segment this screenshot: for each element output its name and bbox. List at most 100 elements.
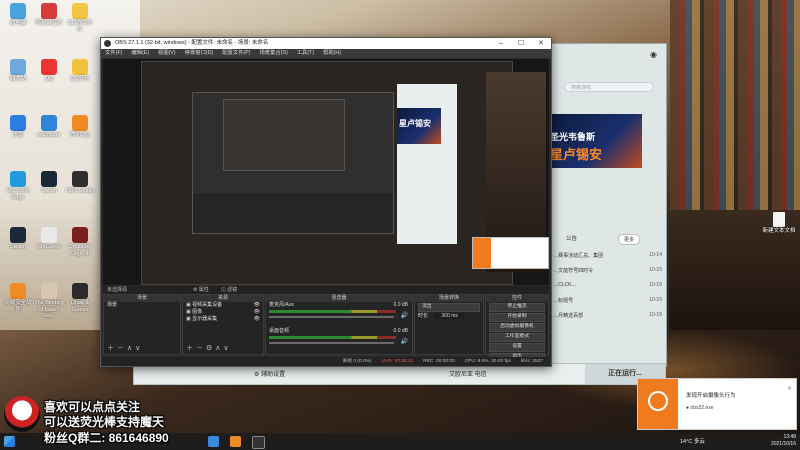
- news-item[interactable]: ...CLCK... 10-15: [554, 282, 662, 288]
- mixer-channel-db: 0.0 dB: [393, 302, 408, 308]
- live-timer: LIVE: 00:38:21: [381, 359, 414, 364]
- obs-control-button[interactable]: 工作室模式: [489, 333, 545, 342]
- rec-timer: REC: 00:00:00: [423, 359, 455, 364]
- notice-more-button[interactable]: 更多: [618, 234, 641, 245]
- desktop-shortcut[interactable]: 迅雷: [3, 115, 33, 139]
- source-properties-button[interactable]: ⚙ 属性: [193, 286, 209, 294]
- controls-dock: 控件 停止推流开始录制启动虚拟摄像机工作室模式设置退出: [485, 294, 549, 362]
- desktop-shortcut[interactable]: QQ音乐: [65, 59, 95, 83]
- news-title: ...赛事活动汇总、集团: [554, 253, 604, 259]
- close-icon[interactable]: ✕: [531, 38, 551, 49]
- desktop-shortcut[interactable]: Crusader Kings III: [65, 227, 95, 257]
- server-selector[interactable]: 艾欧尼亚 电信: [449, 369, 487, 378]
- camera-alert-badge: [638, 379, 678, 429]
- start-icon[interactable]: [4, 436, 15, 447]
- news-item[interactable]: ...月精选百部 10-15: [554, 312, 662, 319]
- nested-banner: 星卢锡安: [397, 108, 441, 144]
- news-date: 10-15: [649, 267, 662, 273]
- overlay-support-text: 可以送荧光棒支持魔天: [44, 415, 165, 429]
- obs-menu-item[interactable]: 场景集合(S): [259, 49, 287, 58]
- desktop-shortcut[interactable]: 网易云音乐: [34, 3, 64, 27]
- obs-control-button[interactable]: 开始录制: [489, 313, 545, 322]
- filters-label: 滤镜: [227, 287, 238, 293]
- desktop-shortcut[interactable]: Draw & Guess: [65, 283, 95, 313]
- obs-window-title: OBS 27.1.1 (32-bit, windows) - 配置文件: 未命名…: [115, 40, 269, 46]
- source-tools[interactable]: ＋－⚙∧∨: [186, 343, 232, 353]
- obs-control-button[interactable]: 设置: [489, 343, 545, 352]
- desktop-shortcut[interactable]: wallpaper: [34, 115, 64, 139]
- gear-icon: ⚙: [254, 372, 260, 378]
- toast-close-icon[interactable]: ✕: [787, 385, 792, 392]
- launcher-banner[interactable]: 圣光韦鲁斯 星卢锡安: [546, 114, 642, 168]
- obs-menubar: 文件(F) 编辑(E) 视图(V) 停靠窗口(D) 配置文件(P) 场景集合(S) 工具(T…: [101, 49, 551, 58]
- taskbar-app-icon-1[interactable]: [208, 436, 219, 447]
- taskbar-app-icon-2[interactable]: [230, 436, 241, 447]
- duration-input[interactable]: 300 ms: [435, 313, 464, 319]
- desktop-shortcut[interactable]: QQ游戏大厅: [65, 3, 95, 33]
- source-item[interactable]: ▣ 图像 👁: [183, 309, 263, 316]
- obs-menu-item[interactable]: 帮助(H): [323, 49, 341, 58]
- scene-tools[interactable]: ＋－∧∨: [107, 343, 143, 353]
- desktop-shortcut[interactable]: 此电脑: [3, 3, 33, 27]
- obs-menu-item[interactable]: 停靠窗口(D): [185, 49, 214, 58]
- maximize-icon[interactable]: ☐: [511, 38, 531, 49]
- desktop-shortcut[interactable]: QQ: [34, 59, 64, 83]
- desktop-shortcut[interactable]: Steam: [3, 227, 33, 251]
- taskbar-weather[interactable]: 14°C 多云: [680, 437, 705, 445]
- minimize-icon[interactable]: –: [491, 38, 511, 49]
- transitions-dock: 场景转换 淡出 时长 300 ms: [414, 294, 484, 355]
- desktop-shortcut[interactable]: Steam: [34, 171, 64, 195]
- camera-alert-toast[interactable]: 发现开启摄像头行为 ● obs32.exe ✕: [637, 378, 797, 430]
- obs-preview[interactable]: 星卢锡安: [103, 59, 549, 285]
- speaker-icon[interactable]: 🔊: [401, 338, 408, 345]
- game-launcher-window[interactable]: ◉ 搜索游戏 圣光韦鲁斯 星卢锡安 公告 更多 ...赛事活动汇总、集团 10-1…: [545, 43, 667, 367]
- desktop-shortcut[interactable]: Microsoft Edge: [3, 171, 33, 201]
- audio-mixer-dock: 混音器 麦克风/Aux 0.0 dB 🔊 桌面音频 0.0 dB 🔊: [265, 294, 413, 355]
- desktop-shortcut-label: Crusader Kings III: [68, 244, 92, 257]
- scene-item[interactable]: 场景: [104, 302, 180, 309]
- news-item[interactable]: ...标题号 10-15: [554, 297, 662, 304]
- server-label: 艾欧尼亚 电信: [449, 372, 487, 378]
- controls-dock-title: 控件: [486, 295, 548, 302]
- visibility-eye-icon[interactable]: 👁: [254, 309, 260, 316]
- app-shortcut-icon: [10, 227, 26, 243]
- source-item[interactable]: ▣ 显示器采集 👁: [183, 316, 263, 323]
- news-item[interactable]: ...文能符号四时令 10-15: [554, 267, 662, 274]
- source-filters-button[interactable]: ◫ 滤镜: [221, 286, 237, 294]
- visibility-eye-icon[interactable]: 👁: [254, 316, 260, 323]
- news-item[interactable]: ...赛事活动汇总、集团 10-14: [554, 252, 662, 259]
- desktop-file-label: 新建文本文档: [762, 228, 796, 234]
- obs-menu-item[interactable]: 工具(T): [297, 49, 314, 58]
- taskbar-clock[interactable]: 13:48 2021/10/16: [771, 434, 796, 448]
- desktop-shortcut[interactable]: OBS Studio: [65, 171, 95, 195]
- obs-menu-item[interactable]: 视图(V): [158, 49, 176, 58]
- mixer-channel-row: 桌面音频 0.0 dB: [266, 328, 412, 335]
- mixer-channels: 麦克风/Aux 0.0 dB 🔊 桌面音频 0.0 dB 🔊: [266, 302, 412, 354]
- visibility-eye-icon[interactable]: 👁: [254, 302, 260, 309]
- source-item-label: 视频采集设备: [192, 302, 223, 308]
- volume-slider[interactable]: [269, 316, 394, 318]
- obs-menu-item[interactable]: 配置文件(P): [222, 49, 250, 58]
- obs-titlebar[interactable]: OBS 27.1.1 (32-bit, windows) - 配置文件: 未命名…: [101, 38, 551, 49]
- obs-logo-icon: [104, 40, 111, 47]
- desktop-shortcut-label: WeGame: [37, 244, 61, 250]
- assist-settings-link[interactable]: ⚙ 辅助设置: [254, 369, 285, 378]
- mixer-channel: 麦克风/Aux 0.0 dB 🔊: [266, 302, 412, 328]
- volume-slider[interactable]: [269, 342, 394, 344]
- obs-control-button[interactable]: 停止推流: [489, 303, 545, 312]
- source-item[interactable]: ▣ 视频采集设备 👁: [183, 302, 263, 309]
- taskbar-obs-icon[interactable]: [252, 436, 265, 449]
- obs-menu-item[interactable]: 文件(F): [105, 49, 122, 58]
- desktop-shortcut[interactable]: 火绒安全软件: [3, 283, 33, 313]
- obs-menu-item[interactable]: 编辑(E): [131, 49, 149, 58]
- obs-control-button[interactable]: 启动虚拟摄像机: [489, 323, 545, 332]
- desktop-shortcut[interactable]: 回收站: [3, 59, 33, 83]
- desktop-shortcut[interactable]: The Binding of Isaac: Re...: [34, 283, 64, 320]
- desktop-text-file-icon[interactable]: 新建文本文档: [762, 212, 796, 235]
- obs-window[interactable]: OBS 27.1.1 (32-bit, windows) - 配置文件: 未命名…: [100, 37, 552, 367]
- speaker-icon[interactable]: 🔊: [401, 312, 408, 319]
- desktop-shortcut[interactable]: WeGame: [34, 227, 64, 251]
- launcher-search-input[interactable]: 搜索游戏: [564, 82, 654, 92]
- desktop-shortcut[interactable]: 腾讯QQ: [65, 115, 95, 139]
- transition-type-select[interactable]: 淡出: [418, 303, 480, 312]
